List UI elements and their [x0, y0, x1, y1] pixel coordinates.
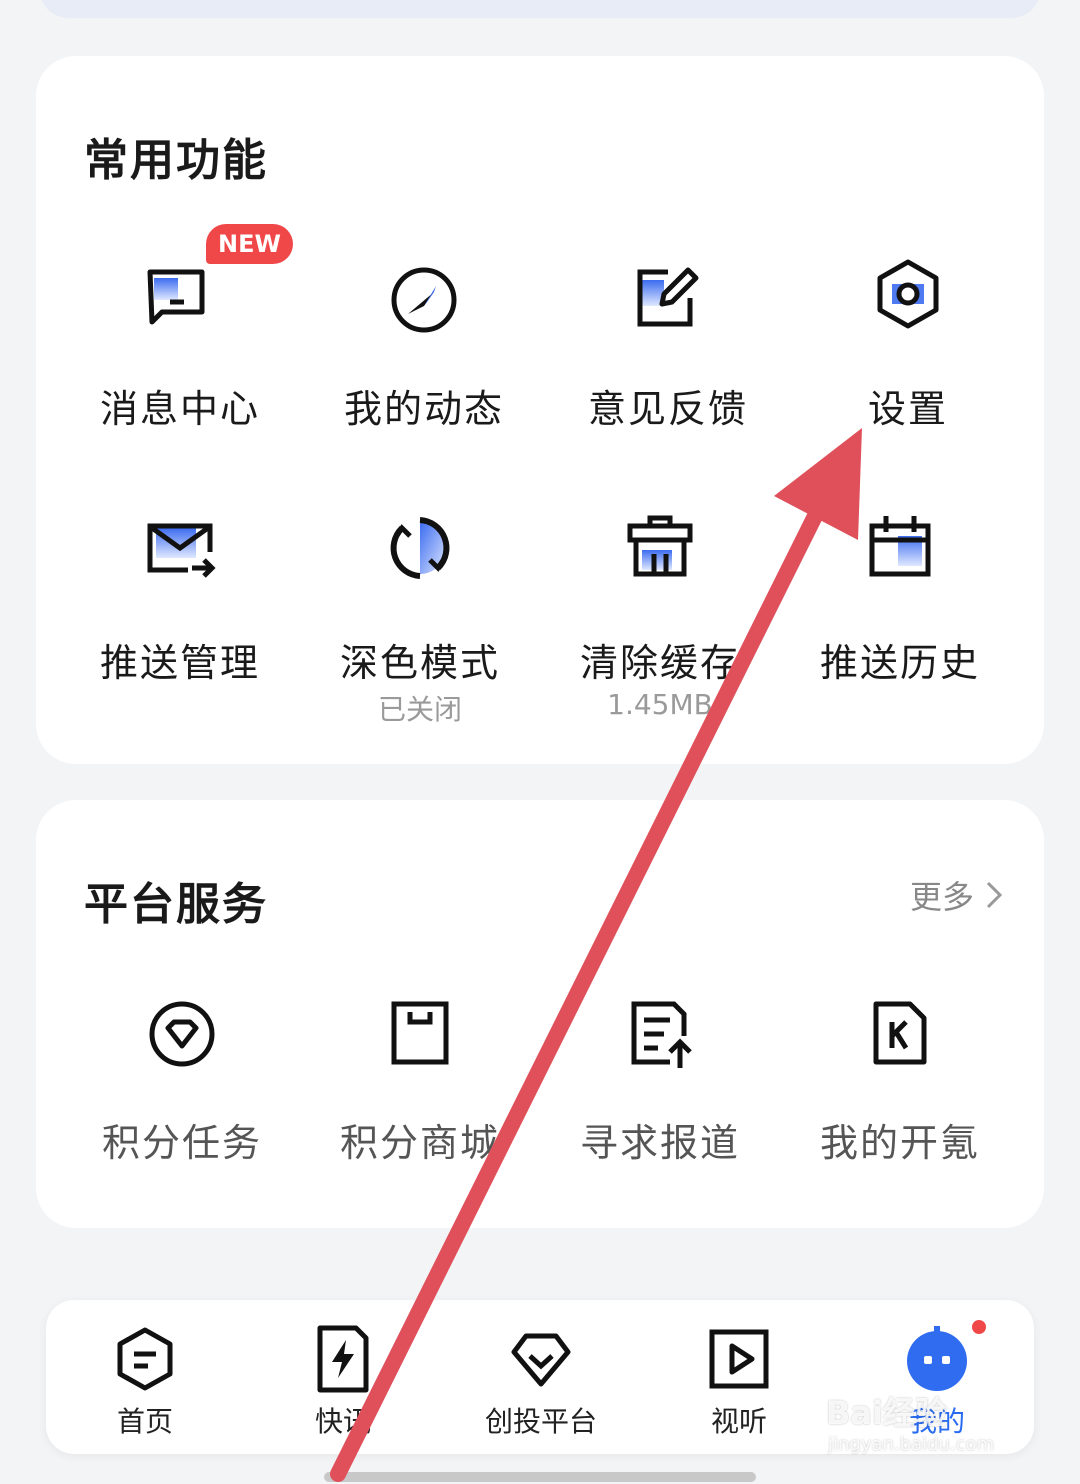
grid-item-seek-coverage[interactable]: 寻求报道 [540, 990, 780, 1180]
grid-item-label: 积分任务 [101, 1121, 262, 1165]
diamond-icon [149, 1001, 215, 1067]
tab-flash-news[interactable]: 快讯 [244, 1300, 442, 1454]
grid-item-settings[interactable]: 设置 [788, 246, 1028, 446]
home-hexagon-icon [117, 1327, 173, 1391]
gem-icon [511, 1333, 571, 1387]
report-upload-icon [631, 1001, 692, 1068]
tab-label: 首页 [116, 1405, 173, 1438]
play-icon [709, 1329, 769, 1389]
grid-item-label: 设置 [867, 387, 948, 431]
k-document-icon [873, 1001, 927, 1065]
flash-icon [317, 1325, 369, 1393]
tab-label: 快讯 [314, 1405, 371, 1438]
compass-icon [391, 267, 457, 333]
grid-item-label: 意见反馈 [587, 387, 748, 431]
tab-home[interactable]: 首页 [46, 1300, 244, 1454]
grid-item-label: 寻求报道 [579, 1121, 740, 1165]
more-label: 更多 [909, 878, 974, 916]
new-badge: NEW [206, 224, 293, 264]
watermark-url: jingyan.baidu.com [828, 1434, 995, 1455]
grid-item-my-activity[interactable]: 我的动态 [304, 246, 544, 446]
top-banner-edge [40, 0, 1040, 18]
grid-item-clear-cache[interactable]: 清除缓存 1.45MB [540, 504, 780, 724]
dark-mode-status: 已关闭 [377, 693, 462, 726]
watermark-logo: Bai经验 [826, 1394, 947, 1432]
grid-item-push-history[interactable]: 推送历史 [780, 504, 1020, 724]
platform-services-card: 平台服务 更多 积分任务 积分商城 寻求报道 我的开氪 [36, 800, 1044, 1228]
dark-mode-icon [390, 517, 450, 579]
tab-label: 创投平台 [484, 1405, 597, 1438]
grid-item-message-center[interactable]: NEW 消息中心 [60, 224, 300, 446]
grid-item-my-kaike[interactable]: 我的开氪 [780, 990, 1020, 1180]
message-icon [147, 269, 205, 325]
robot-avatar-icon [907, 1326, 967, 1391]
grid-item-label: 深色模式 [339, 641, 500, 685]
shopping-bag-icon [391, 1001, 449, 1065]
cache-size: 1.45MB [607, 688, 713, 721]
grid-item-label: 清除缓存 [579, 641, 740, 685]
grid-item-push-management[interactable]: 推送管理 [60, 504, 300, 724]
grid-item-points-mall[interactable]: 积分商城 [300, 990, 540, 1180]
grid-item-label: 我的开氪 [819, 1121, 980, 1165]
grid-item-dark-mode[interactable]: 深色模式 已关闭 [300, 504, 540, 726]
grid-item-label: 我的动态 [343, 387, 504, 431]
tab-audio-video[interactable]: 视听 [640, 1300, 838, 1454]
grid-item-label: 消息中心 [99, 387, 260, 431]
mail-forward-icon [147, 523, 216, 578]
tab-label: 视听 [710, 1405, 767, 1438]
common-functions-card: 常用功能 NEW 消息中心 我的动态 意见反馈 设置 推送管理 深色模式 已关闭… [36, 56, 1044, 764]
edit-icon [637, 267, 699, 327]
notification-dot [972, 1320, 986, 1334]
grid-item-label: 积分商城 [339, 1121, 500, 1165]
home-indicator [324, 1472, 756, 1482]
grid-item-label: 推送历史 [819, 641, 980, 685]
tab-venture-platform[interactable]: 创投平台 [442, 1300, 640, 1454]
grid-item-feedback[interactable]: 意见反馈 [548, 246, 788, 446]
calendar-icon [869, 516, 931, 577]
grid-item-label: 推送管理 [99, 641, 260, 685]
more-link[interactable]: 更多 [910, 872, 1004, 918]
section-title: 平台服务 [84, 879, 268, 930]
section-title: 常用功能 [84, 135, 268, 186]
chevron-right-icon [986, 881, 1003, 909]
grid-item-points-tasks[interactable]: 积分任务 [62, 990, 302, 1180]
settings-icon [877, 259, 939, 329]
clear-cache-icon [627, 515, 693, 577]
